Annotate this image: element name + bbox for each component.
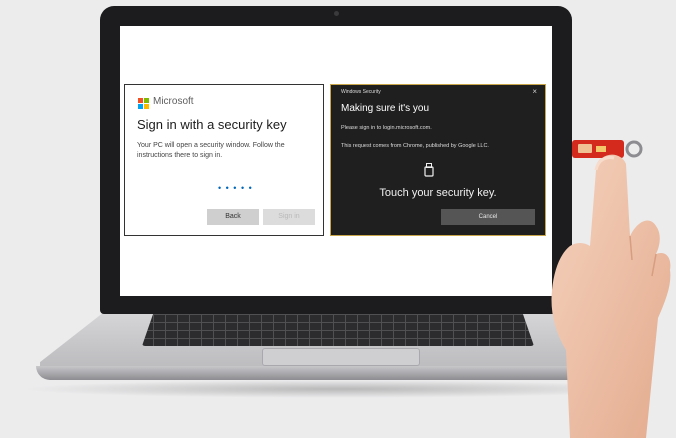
webcam <box>334 11 339 16</box>
sign-in-button[interactable]: Sign in <box>263 209 315 225</box>
microsoft-logo-icon <box>138 98 149 109</box>
microsoft-signin-dialog: Microsoft Sign in with a security key Yo… <box>124 84 324 236</box>
cancel-button[interactable]: Cancel <box>441 209 535 225</box>
hand-image <box>551 154 671 438</box>
back-button[interactable]: Back <box>207 209 259 225</box>
progress-dots: • • • • • <box>218 183 253 193</box>
touch-key-prompt: Touch your security key. <box>379 187 497 199</box>
dialog-heading: Making sure it's you <box>341 103 430 114</box>
close-icon[interactable]: × <box>532 87 537 96</box>
security-key-icon <box>424 163 434 177</box>
page-title: Sign in with a security key <box>137 117 287 132</box>
signin-target-text: Please sign in to login.microsoft.com. <box>341 125 432 131</box>
microsoft-brand-text: Microsoft <box>153 96 194 107</box>
request-source-text: This request comes from Chrome, publishe… <box>341 143 489 149</box>
laptop-keyboard <box>142 312 534 346</box>
instructions-text: Your PC will open a security window. Fol… <box>137 142 285 159</box>
laptop-trackpad <box>262 348 420 366</box>
window-title: Windows Security <box>341 89 381 95</box>
windows-security-dialog: Windows Security × Making sure it's you … <box>330 84 546 236</box>
